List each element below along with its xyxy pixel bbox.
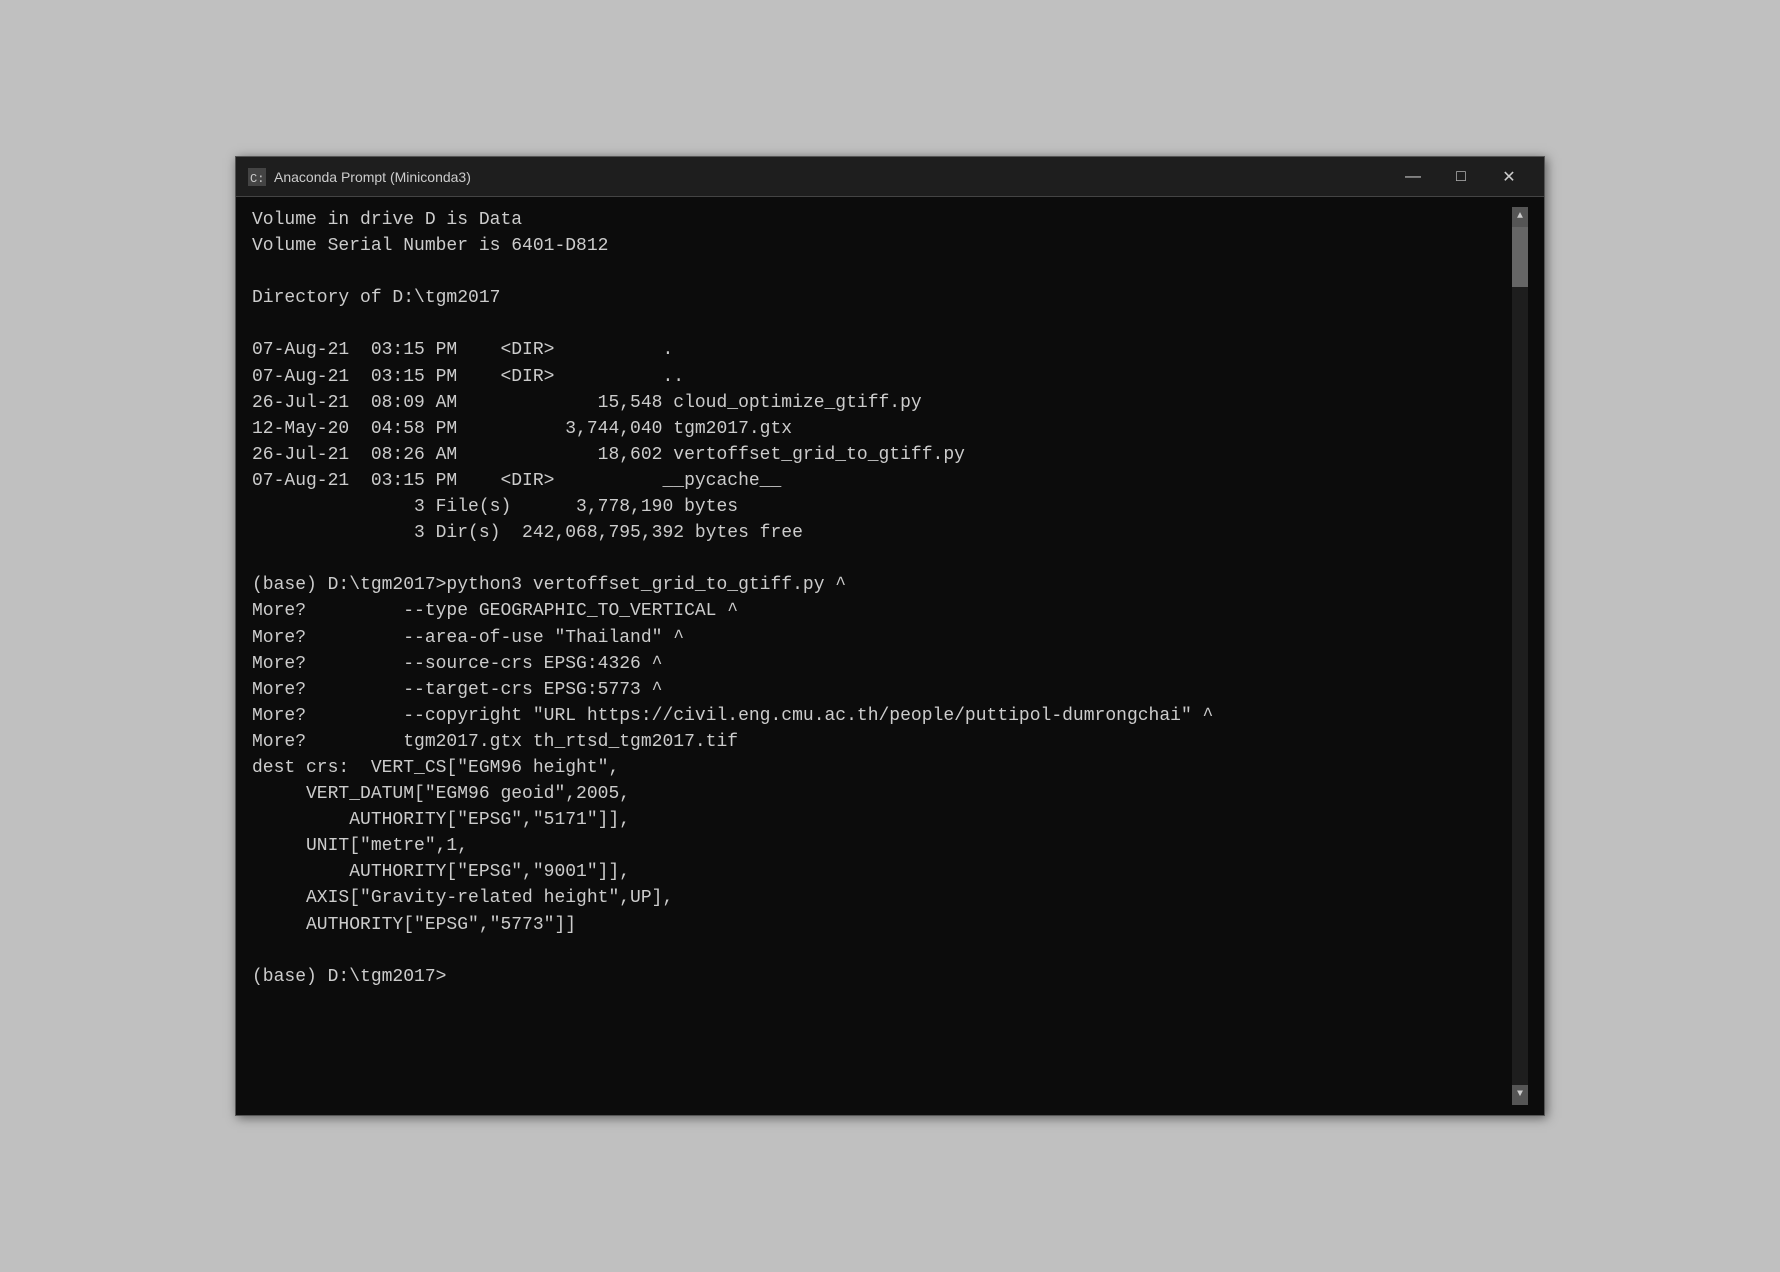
title-bar: C: Anaconda Prompt (Miniconda3) — □ ✕ [236, 157, 1544, 197]
window-title: Anaconda Prompt (Miniconda3) [274, 169, 1390, 185]
scroll-up-arrow[interactable]: ▲ [1512, 207, 1528, 227]
terminal-body[interactable]: Volume in drive D is Data Volume Serial … [236, 197, 1544, 1115]
scrollbar-track[interactable] [1512, 227, 1528, 1085]
maximize-button[interactable]: □ [1438, 161, 1484, 193]
scrollbar[interactable]: ▲ ▼ [1512, 207, 1528, 1105]
terminal-window[interactable]: C: Anaconda Prompt (Miniconda3) — □ ✕ Vo… [235, 156, 1545, 1116]
svg-text:C:: C: [250, 172, 264, 186]
minimize-button[interactable]: — [1390, 161, 1436, 193]
terminal-output: Volume in drive D is Data Volume Serial … [252, 207, 1512, 1105]
app-icon: C: [248, 168, 266, 186]
close-button[interactable]: ✕ [1486, 161, 1532, 193]
scrollbar-thumb[interactable] [1512, 227, 1528, 287]
window-controls: — □ ✕ [1390, 161, 1532, 193]
scroll-down-arrow[interactable]: ▼ [1512, 1085, 1528, 1105]
